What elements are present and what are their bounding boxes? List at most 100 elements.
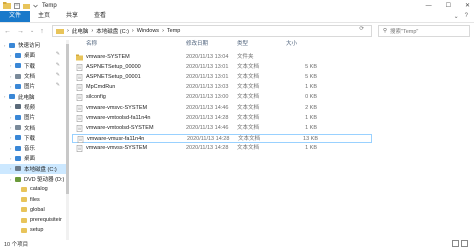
up-arrow-icon[interactable]: ↑ <box>40 28 44 35</box>
file-size: 0 KB <box>305 94 317 101</box>
refresh-icon[interactable]: ⟳ <box>359 26 364 32</box>
large-icons-view-icon[interactable] <box>461 240 468 247</box>
column-header-type[interactable]: 类型 <box>237 40 248 49</box>
file-row[interactable]: vmware-SYSTEM 2020/11/13 13:04 文件夹 <box>72 53 372 62</box>
tab-share[interactable]: 共享 <box>58 11 86 22</box>
file-row[interactable]: vmware-vmtoolsd-fa11n4n 2020/11/13 14:28 文… <box>72 114 372 123</box>
file-date: 2020/11/13 14:28 <box>186 114 229 121</box>
file-type: 文本文档 <box>237 94 260 101</box>
nav-item[interactable]: setup <box>0 225 68 235</box>
nav-item[interactable]: catalog <box>0 184 68 194</box>
breadcrumb-windows[interactable]: Windows <box>137 28 159 34</box>
nav-item-label: 视频 <box>24 104 36 111</box>
file-type: 文本文档 <box>237 114 260 121</box>
back-arrow-icon[interactable]: ← <box>4 28 11 35</box>
breadcrumb-sep: › <box>131 28 134 34</box>
nav-item-label: DVD 驱动器 (D:) <box>24 177 65 183</box>
folder-icon <box>3 2 11 9</box>
picture-icon <box>15 114 21 120</box>
nav-item[interactable]: › 此电脑 <box>0 91 68 101</box>
chevron-down-icon[interactable]: ⌄ <box>30 28 34 35</box>
scrollbar-thumb[interactable] <box>66 44 69 194</box>
column-header-date[interactable]: 修改日期 <box>186 40 208 49</box>
help-button[interactable]: ? <box>465 13 468 20</box>
column-header-name[interactable]: 名称 <box>86 40 97 49</box>
breadcrumb-temp[interactable]: Temp <box>167 28 180 34</box>
file-row[interactable]: vmware-vmtoolsd-SYSTEM 2020/11/13 14:46 文本… <box>72 124 372 133</box>
view-toggle <box>452 240 468 247</box>
nav-item[interactable]: › 桌面 <box>0 153 68 163</box>
nav-item-label: 图片 <box>24 84 36 91</box>
file-row[interactable]: silconfig 2020/11/13 13:00 文本文档 0 KB <box>72 93 372 102</box>
tab-view[interactable]: 查看 <box>86 11 114 22</box>
file-size: 1 KB <box>305 144 317 151</box>
file-type: 文本文档 <box>237 104 260 111</box>
folder-icon <box>76 54 83 61</box>
nav-item-label: 快速访问 <box>18 43 41 50</box>
nav-item-label: 下载 <box>24 63 36 70</box>
nav-item[interactable]: › 文档 <box>0 122 68 132</box>
desktop-icon <box>15 52 21 58</box>
nav-item[interactable]: › 图片 ✎ <box>0 81 68 91</box>
file-row[interactable]: ASPNETSetup_00000 2020/11/13 13:01 文本文档 5 K… <box>72 63 372 72</box>
tab-home[interactable]: 主页 <box>30 11 58 22</box>
file-name: vmware-vmsvc-SYSTEM <box>86 104 148 111</box>
file-date: 2020/11/13 13:01 <box>186 74 229 81</box>
address-bar[interactable]: › 此电脑 › 本地磁盘 (C:) › Windows › Temp ⟳ <box>52 25 372 37</box>
nav-item[interactable]: › 音乐 <box>0 143 68 153</box>
nav-item[interactable]: › 桌面 ✎ <box>0 50 68 60</box>
chevron-down-icon[interactable]: ⌄ <box>454 13 459 20</box>
nav-item[interactable]: files <box>0 194 68 204</box>
file-list: 名称 修改日期 类型 大小 vmware-SYSTEM 2020/11/13 13… <box>70 40 474 240</box>
breadcrumb-this-pc[interactable]: 此电脑 <box>72 27 89 35</box>
breadcrumb-local-disk[interactable]: 本地磁盘 (C:) <box>96 27 129 35</box>
title-bar: Temp — ☐ ✕ <box>0 0 474 11</box>
nav-scrollbar[interactable] <box>66 40 69 240</box>
file-type: 文本文档 <box>237 64 260 71</box>
nav-item-label: 下载 <box>24 135 36 142</box>
minimize-button[interactable]: — <box>426 3 432 9</box>
nav-item[interactable]: › 本地磁盘 (C:) <box>0 163 68 174</box>
nav-item[interactable]: › 下载 <box>0 133 68 143</box>
properties-icon[interactable] <box>14 2 20 9</box>
nav-item[interactable]: › DVD 驱动器 (D:) <box>0 174 68 184</box>
nav-item-label: 桌面 <box>24 53 36 60</box>
column-header-size[interactable]: 大小 <box>286 40 297 49</box>
file-row[interactable]: vmware-vmsvc-SYSTEM 2020/11/13 14:46 文本文档 2… <box>72 104 372 113</box>
file-row[interactable]: ASPNETSetup_00001 2020/11/13 13:01 文本文档 5 K… <box>72 73 372 82</box>
folder-icon <box>21 217 27 223</box>
file-date: 2020/11/13 13:00 <box>186 94 229 101</box>
file-name: vmware-vmtoolsd-fa11n4n <box>86 114 151 121</box>
details-view-icon[interactable] <box>452 240 459 247</box>
pin-icon: ✎ <box>55 71 60 78</box>
file-name: vmware-vmvss-SYSTEM <box>86 144 148 151</box>
search-input[interactable]: 搜索"Temp" <box>390 27 418 35</box>
file-date: 2020/11/13 14:46 <box>186 124 229 131</box>
file-row[interactable]: vmware-vmusr-fa11n4n 2020/11/13 14:28 文本文档… <box>72 133 372 143</box>
folder-icon <box>21 197 27 203</box>
nav-item[interactable]: › 图片 <box>0 112 68 122</box>
file-date: 2020/11/13 14:28 <box>186 144 229 151</box>
nav-item[interactable]: › 文档 ✎ <box>0 71 68 81</box>
file-type: 文本文档 <box>237 124 260 131</box>
file-name: vmware-vmtoolsd-SYSTEM <box>86 124 154 131</box>
close-button[interactable]: ✕ <box>465 2 470 9</box>
nav-item[interactable]: prerequisiteir <box>0 215 68 225</box>
forward-arrow-icon[interactable]: → <box>17 28 24 35</box>
nav-item[interactable]: › 快速访问 <box>0 40 68 50</box>
file-name: silconfig <box>86 94 106 101</box>
star-icon <box>9 42 15 48</box>
nav-item[interactable]: › 视频 <box>0 102 68 112</box>
tab-file[interactable]: 文件 <box>0 11 31 22</box>
nav-item[interactable]: › 下载 ✎ <box>0 61 68 71</box>
new-folder-icon[interactable] <box>23 3 30 9</box>
nav-item[interactable]: global <box>0 205 68 215</box>
search-box[interactable]: ⚲ 搜索"Temp" <box>378 25 470 37</box>
file-row[interactable]: vmware-vmvss-SYSTEM 2020/11/13 14:28 文本文档 1… <box>72 144 372 153</box>
text-file-icon <box>76 104 83 112</box>
file-type: 文本文档 <box>237 84 260 91</box>
folder-icon <box>56 29 64 34</box>
maximize-button[interactable]: ☐ <box>446 2 451 9</box>
chevron-down-icon[interactable] <box>33 4 38 8</box>
file-row[interactable]: MpCmdRun 2020/11/13 13:03 文本文档 1 KB <box>72 83 372 92</box>
